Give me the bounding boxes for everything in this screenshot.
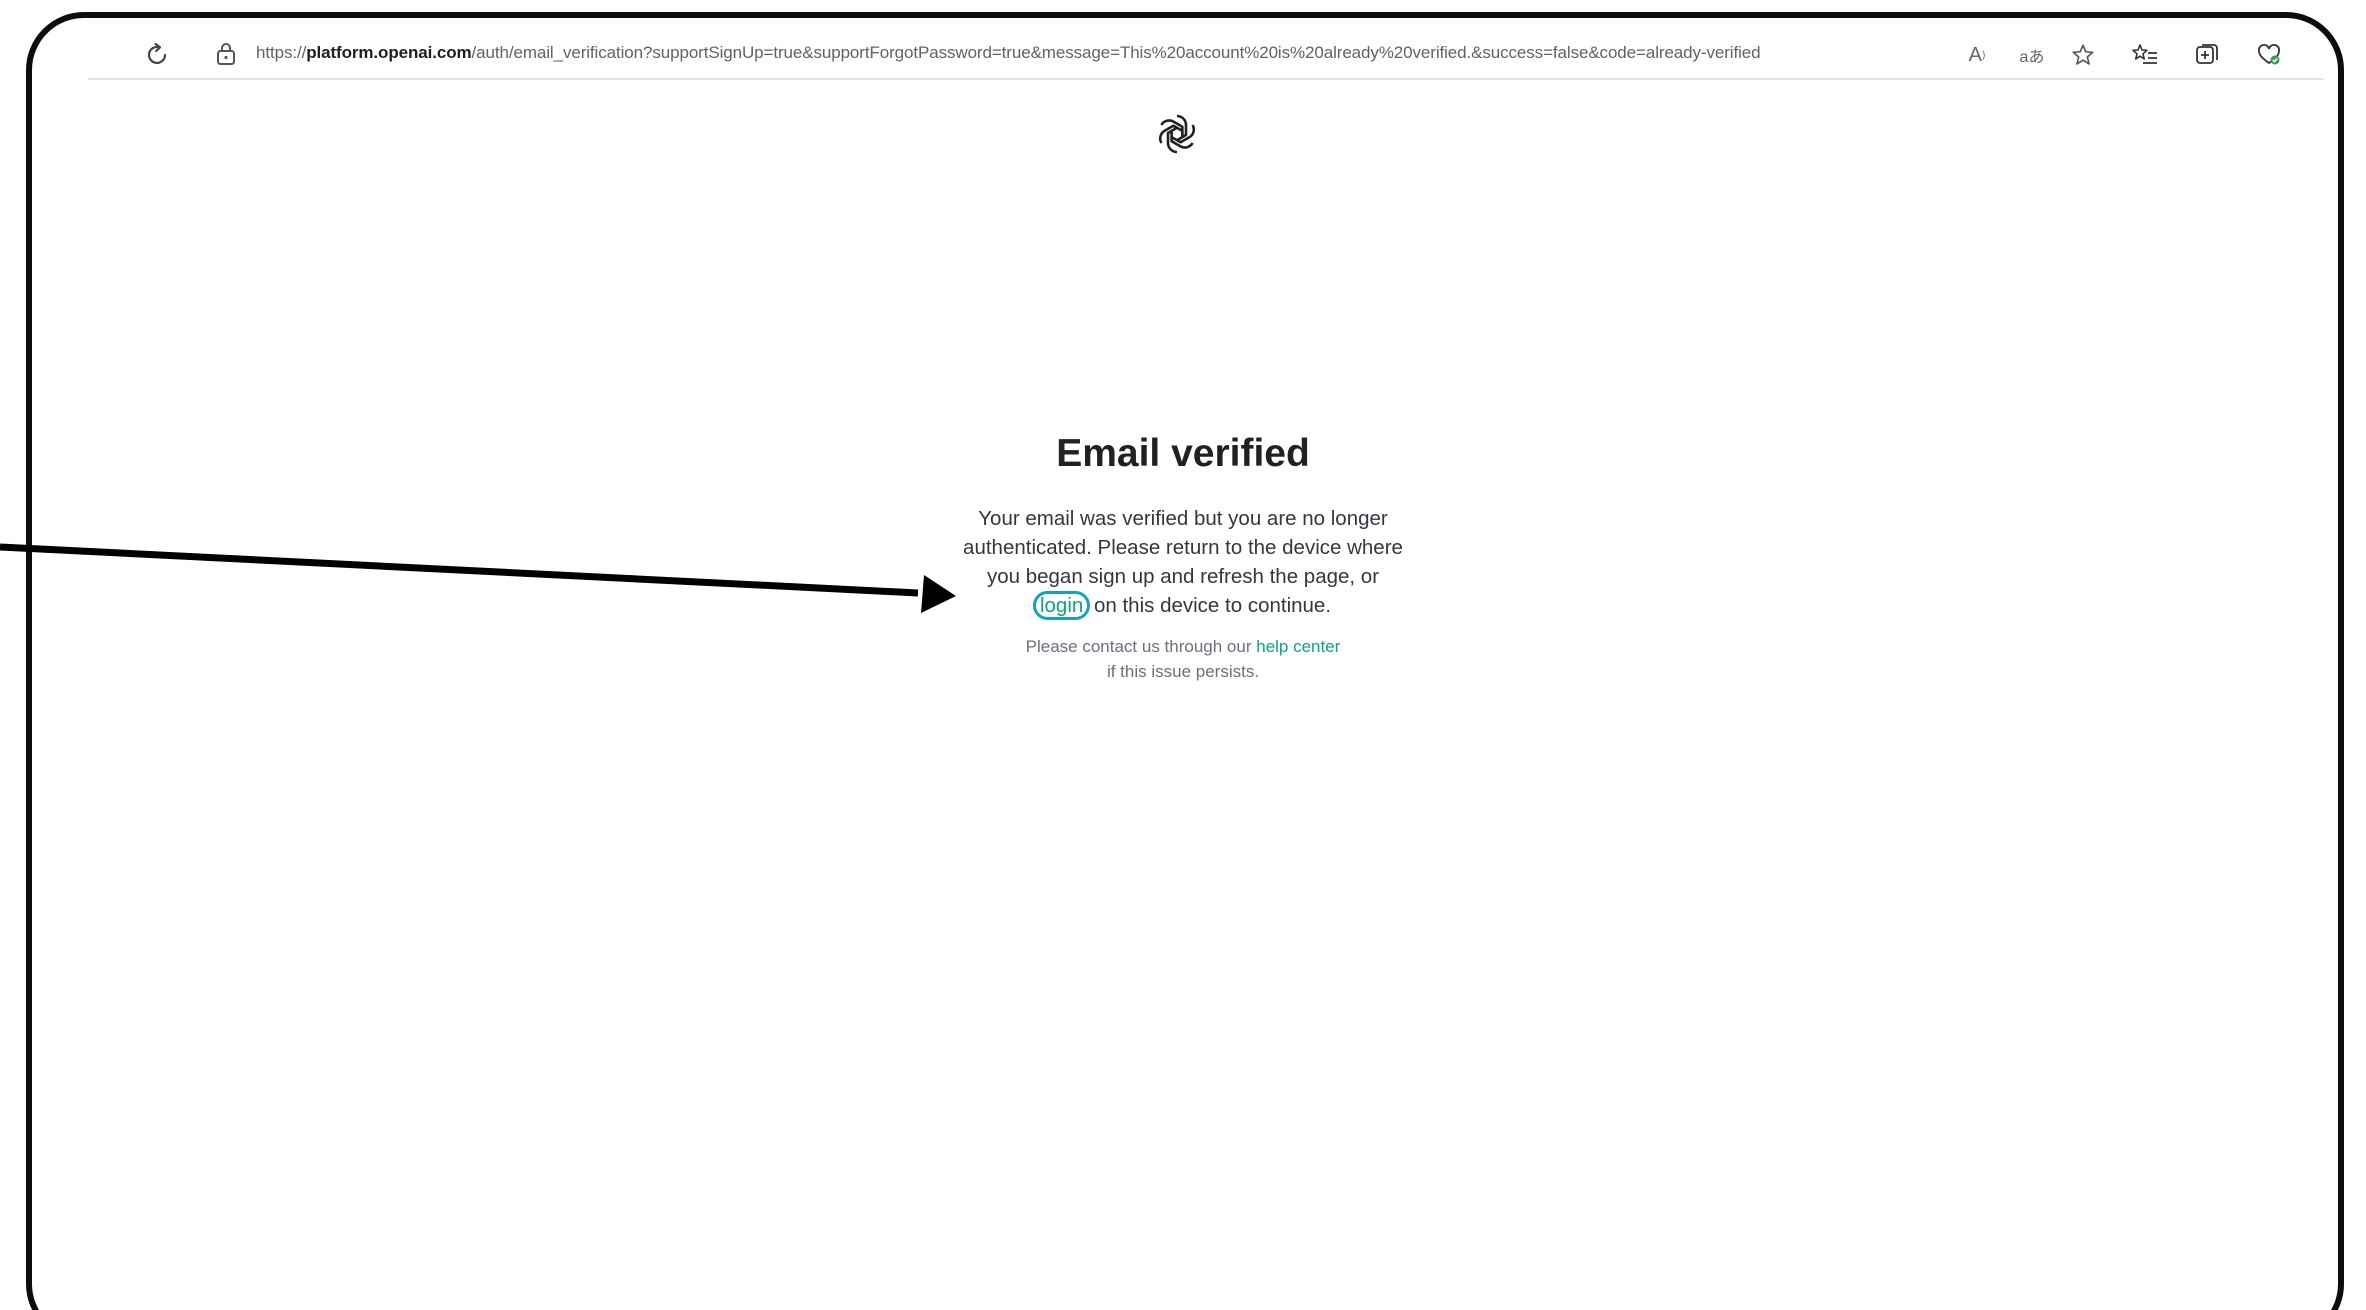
url-host: platform.openai.com [306,43,472,62]
message-text-start: Your email was verified but you are no l… [963,507,1403,588]
translate-icon[interactable]: aあ [2012,40,2052,70]
url-scheme: https:// [256,43,307,62]
site-info-lock-icon[interactable] [214,41,238,67]
message-text-end: on this device to continue. [1088,594,1332,617]
verification-message: Your email was verified but you are no l… [963,504,1403,620]
support-note-start: Please contact us through our [1025,637,1257,656]
reload-icon[interactable] [142,38,174,70]
help-center-link[interactable]: help center [1256,637,1340,656]
screenshot-canvas: https://platform.openai.com/auth/email_v… [0,0,2366,1310]
support-note-end: if this issue persists. [1106,662,1260,681]
url-path: /auth/email_verification?supportSignUp=t… [471,43,1761,62]
translate-label: aあ [2019,49,2045,66]
browser-toolbar: https://platform.openai.com/auth/email_v… [88,32,2324,80]
url-text[interactable]: https://platform.openai.com/auth/email_v… [256,43,1761,63]
login-link[interactable]: login [1032,591,1091,620]
favorites-icon[interactable] [2130,40,2160,70]
verification-panel: Email verified Your email was verified b… [883,424,1483,684]
read-aloud-icon[interactable]: A) [1962,40,1992,70]
read-aloud-label: A [1968,43,1982,66]
support-note: Please contact us through our help cente… [973,634,1393,684]
collections-icon[interactable] [2192,40,2222,70]
star-icon[interactable] [2068,40,2098,70]
address-bar[interactable]: https://platform.openai.com/auth/email_v… [200,34,1990,74]
openai-logo-icon [1153,110,1201,158]
page-title: Email verified [1056,432,1310,475]
extension-icon[interactable] [2254,40,2284,70]
